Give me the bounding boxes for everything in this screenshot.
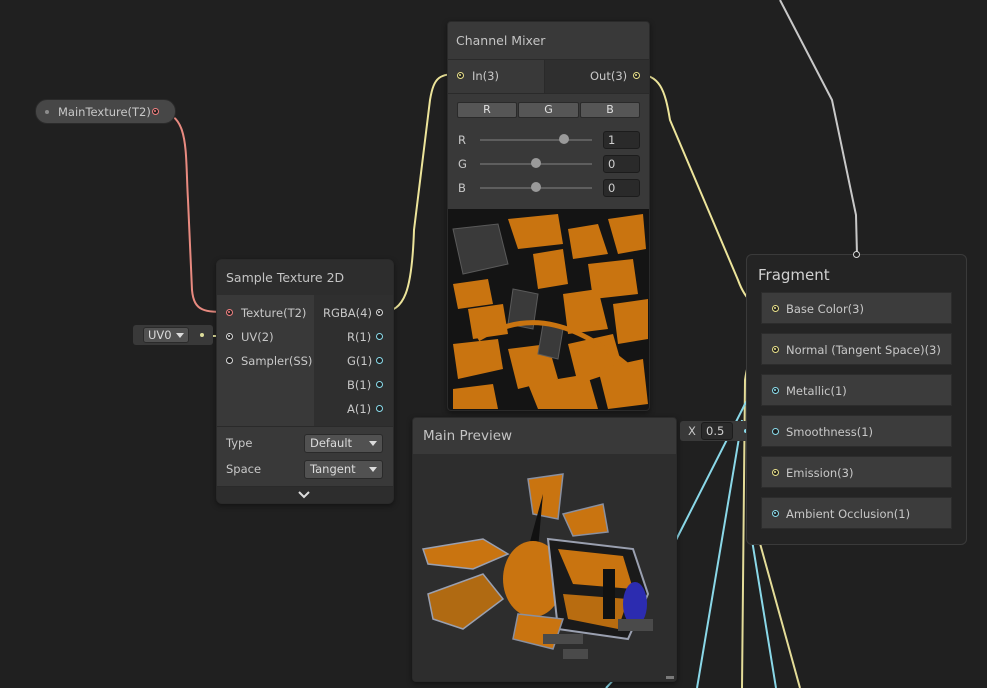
channel-mixer-title: Channel Mixer <box>456 33 546 48</box>
chevron-down-icon <box>298 491 310 499</box>
sampler-input-label: Sampler(SS) <box>241 354 313 368</box>
ambient-occlusion-label: Ambient Occlusion(1) <box>786 507 911 521</box>
sample-texture-header[interactable]: Sample Texture 2D <box>217 260 393 295</box>
channel-button-g[interactable]: G <box>518 102 579 118</box>
mixer-output-label: Out(3) <box>590 69 628 83</box>
mixer-input-label: In(3) <box>472 69 499 83</box>
wire-vertical-top <box>779 0 858 256</box>
sampler-input-port[interactable] <box>226 357 233 364</box>
uv-input-port[interactable] <box>226 333 233 340</box>
r-output-port[interactable] <box>376 333 383 340</box>
slider-r-field[interactable]: 1 <box>603 131 640 149</box>
channel-mixer-node[interactable]: Channel Mixer In(3) Out(3) R G B R 1 G 0… <box>447 21 650 411</box>
sample-texture-2d-node[interactable]: Sample Texture 2D Texture(T2) UV(2) Samp… <box>216 259 394 504</box>
ambient-occlusion-port[interactable] <box>772 510 779 517</box>
main-preview-header[interactable]: Main Preview <box>413 418 676 454</box>
mixer-input-port[interactable] <box>457 72 464 79</box>
collapse-bar[interactable] <box>217 486 393 503</box>
rgba-output-label: RGBA(4) <box>323 306 372 320</box>
uv-input-label: UV(2) <box>241 330 274 344</box>
normal-label: Normal (Tangent Space)(3) <box>786 343 941 357</box>
property-label: MainTexture(T2) <box>58 105 151 119</box>
uv-caret-icon <box>176 333 184 338</box>
texture-input-port[interactable] <box>226 309 233 316</box>
property-output-port[interactable] <box>152 108 159 115</box>
emission-port[interactable] <box>772 469 779 476</box>
type-label: Type <box>226 436 253 450</box>
type-value: Default <box>310 436 353 450</box>
texture-input-label: Texture(T2) <box>241 306 307 320</box>
uv-inline-input[interactable]: UV0 <box>133 325 213 345</box>
a-output-label: A(1) <box>347 402 372 416</box>
slider-b-label: B <box>458 181 466 195</box>
metallic-label: Metallic(1) <box>786 384 847 398</box>
fragment-top-port[interactable] <box>853 251 860 258</box>
slider-r-track[interactable] <box>480 139 592 141</box>
uv-channel-dropdown[interactable]: UV0 <box>143 327 189 343</box>
property-node-main-texture[interactable]: MainTexture(T2) <box>35 99 176 124</box>
property-dot <box>45 110 49 114</box>
smoothness-port[interactable] <box>772 428 779 435</box>
channel-button-b[interactable]: B <box>580 102 640 118</box>
smoothness-axis-label: X <box>688 424 696 438</box>
slider-g-field[interactable]: 0 <box>603 155 640 173</box>
normal-port[interactable] <box>772 346 779 353</box>
smoothness-label: Smoothness(1) <box>786 425 874 439</box>
b-output-label: B(1) <box>347 378 372 392</box>
slider-g-label: G <box>458 157 467 171</box>
slider-r-label: R <box>458 133 466 147</box>
slider-g-thumb[interactable] <box>531 158 541 168</box>
mixer-port-row: In(3) Out(3) <box>448 59 649 94</box>
emission-label: Emission(3) <box>786 466 854 480</box>
rgba-output-port[interactable] <box>376 309 383 316</box>
slider-b-thumb[interactable] <box>531 182 541 192</box>
fragment-node[interactable]: Fragment Base Color(3) Normal (Tangent S… <box>746 251 967 545</box>
slider-b-field[interactable]: 0 <box>603 179 640 197</box>
channel-mixer-header[interactable]: Channel Mixer <box>448 22 649 59</box>
b-output-port[interactable] <box>376 381 383 388</box>
type-dropdown[interactable]: Default <box>304 434 383 453</box>
g-output-port[interactable] <box>376 357 383 364</box>
preview-viewport[interactable] <box>413 454 676 681</box>
sample-texture-title: Sample Texture 2D <box>226 270 345 285</box>
channel-button-r[interactable]: R <box>457 102 517 118</box>
space-value: Tangent <box>310 462 356 476</box>
settings-divider <box>217 426 393 427</box>
smoothness-value-field[interactable]: 0.5 <box>701 422 733 440</box>
g-output-label: G(1) <box>347 354 373 368</box>
main-preview-title: Main Preview <box>423 428 513 444</box>
base-color-label: Base Color(3) <box>786 302 864 316</box>
fragment-slot-normal[interactable]: Normal (Tangent Space)(3) <box>761 333 952 365</box>
space-caret-icon <box>369 467 377 472</box>
a-output-port[interactable] <box>376 405 383 412</box>
base-color-port[interactable] <box>772 305 779 312</box>
fragment-title: Fragment <box>758 266 830 284</box>
r-output-label: R(1) <box>347 330 372 344</box>
fragment-slot-emission[interactable]: Emission(3) <box>761 456 952 488</box>
slider-r-thumb[interactable] <box>559 134 569 144</box>
space-label: Space <box>226 462 262 476</box>
metallic-port[interactable] <box>772 387 779 394</box>
mixer-preview-image <box>448 209 649 410</box>
uv-channel-value: UV0 <box>148 328 172 342</box>
fragment-slot-ambient-occlusion[interactable]: Ambient Occlusion(1) <box>761 497 952 529</box>
type-caret-icon <box>369 441 377 446</box>
fragment-slot-smoothness[interactable]: Smoothness(1) <box>761 415 952 447</box>
fragment-slot-metallic[interactable]: Metallic(1) <box>761 374 952 406</box>
fragment-slot-base-color[interactable]: Base Color(3) <box>761 292 952 324</box>
uv-inline-port[interactable] <box>200 333 204 337</box>
wire-metallic-lower <box>696 419 743 688</box>
mixer-output-port[interactable] <box>633 72 640 79</box>
space-dropdown[interactable]: Tangent <box>304 460 383 479</box>
main-preview-node[interactable]: Main Preview <box>412 417 677 682</box>
